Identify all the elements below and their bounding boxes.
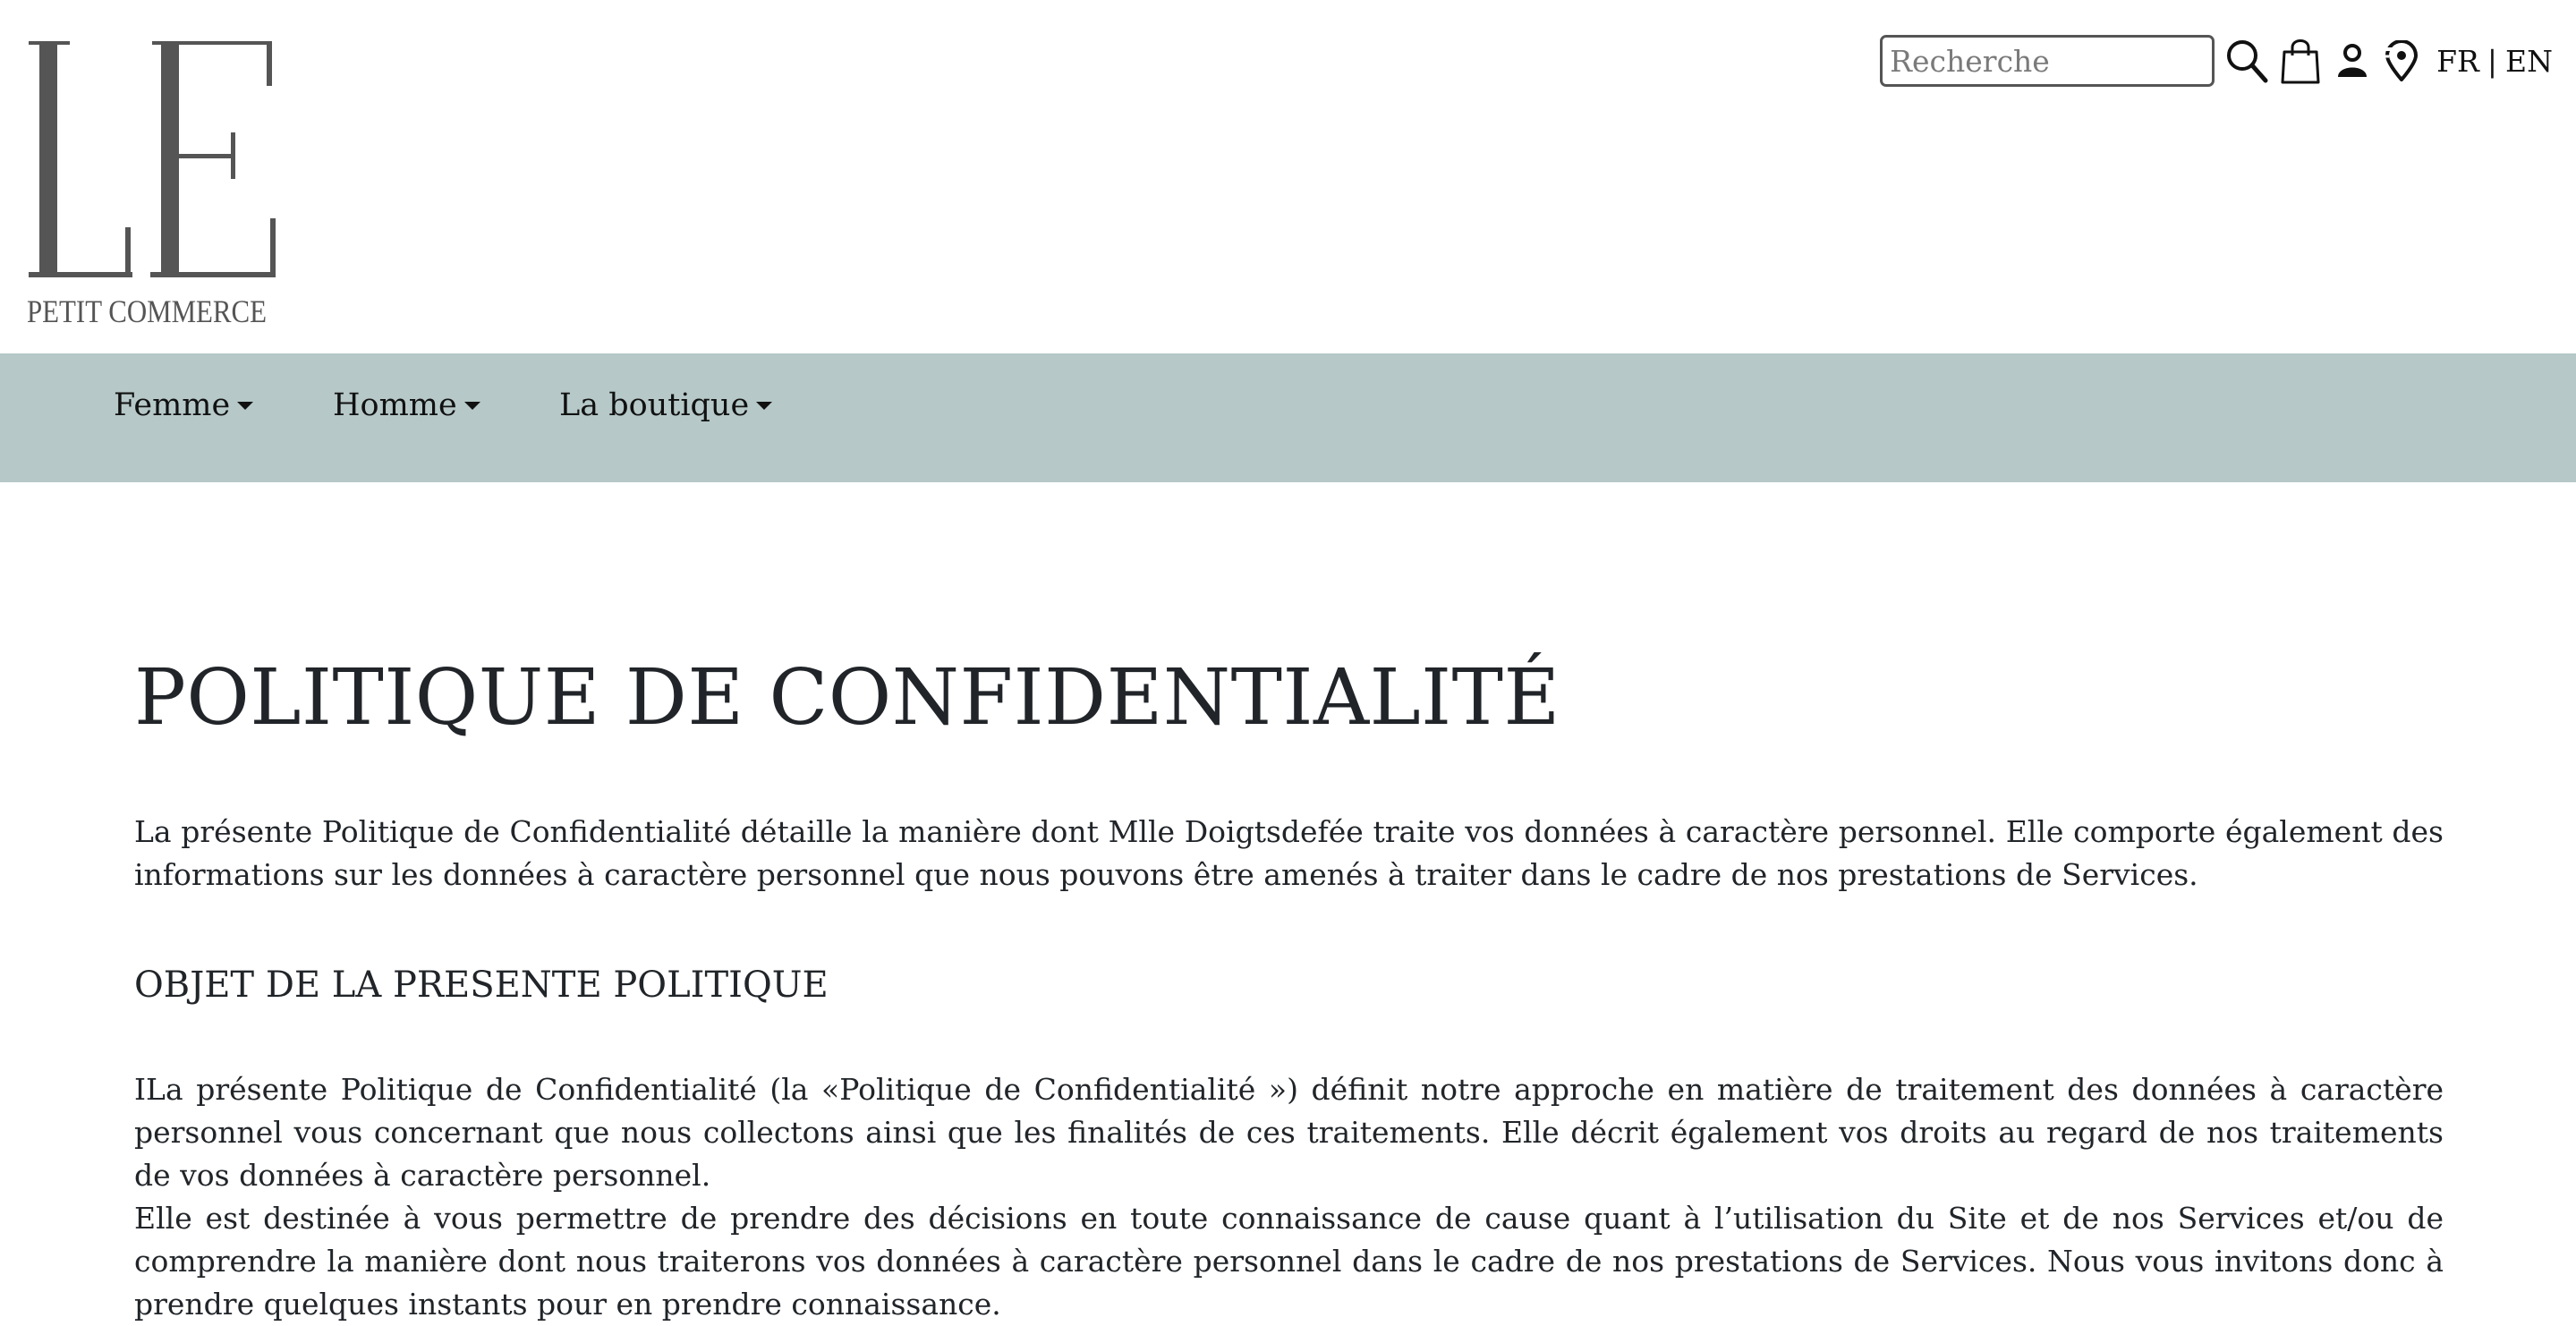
caret-down-icon bbox=[463, 401, 480, 410]
site-header: PETIT COMMERCE Recherche FR | EN bbox=[0, 0, 2576, 353]
section-heading: OBJET DE LA PRESENTE POLITIQUE bbox=[134, 965, 829, 1006]
lang-separator: | bbox=[2487, 43, 2498, 79]
nav-item-label: Homme bbox=[333, 387, 457, 423]
caret-down-icon bbox=[237, 401, 254, 410]
nav-item-homme[interactable]: Homme bbox=[333, 353, 480, 457]
shopping-bag-icon[interactable] bbox=[2275, 34, 2325, 88]
page-title: POLITIQUE DE CONFIDENTIALITÉ bbox=[134, 653, 1560, 743]
search-input[interactable] bbox=[1880, 35, 2215, 87]
nav-item-femme[interactable]: Femme bbox=[114, 353, 254, 457]
main-navbar: Femme Homme La boutique bbox=[0, 353, 2576, 482]
nav-item-label: Femme bbox=[114, 387, 231, 423]
header-tools: FR | EN bbox=[1880, 34, 2553, 88]
body-paragraph: Elle est destinée à vous permettre de pr… bbox=[134, 1201, 2444, 1322]
logo-mark: PETIT COMMERCE bbox=[27, 41, 276, 329]
location-pin-icon[interactable] bbox=[2379, 34, 2424, 88]
nav-item-label: La boutique bbox=[559, 387, 750, 423]
lang-en-link[interactable]: EN bbox=[2505, 44, 2553, 79]
intro-paragraph: La présente Politique de Confidentialité… bbox=[134, 814, 2444, 892]
caret-down-icon bbox=[756, 401, 773, 410]
logo-tagline: PETIT COMMERCE bbox=[27, 293, 267, 329]
search-icon[interactable] bbox=[2220, 34, 2274, 88]
user-icon[interactable] bbox=[2327, 34, 2377, 88]
nav-item-la-boutique[interactable]: La boutique bbox=[559, 353, 773, 457]
lang-fr-link[interactable]: FR bbox=[2436, 44, 2479, 79]
body-paragraph: ILa présente Politique de Confidentialit… bbox=[134, 1072, 2444, 1193]
language-switcher: FR | EN bbox=[2436, 44, 2553, 79]
site-logo[interactable]: PETIT COMMERCE bbox=[25, 36, 276, 331]
